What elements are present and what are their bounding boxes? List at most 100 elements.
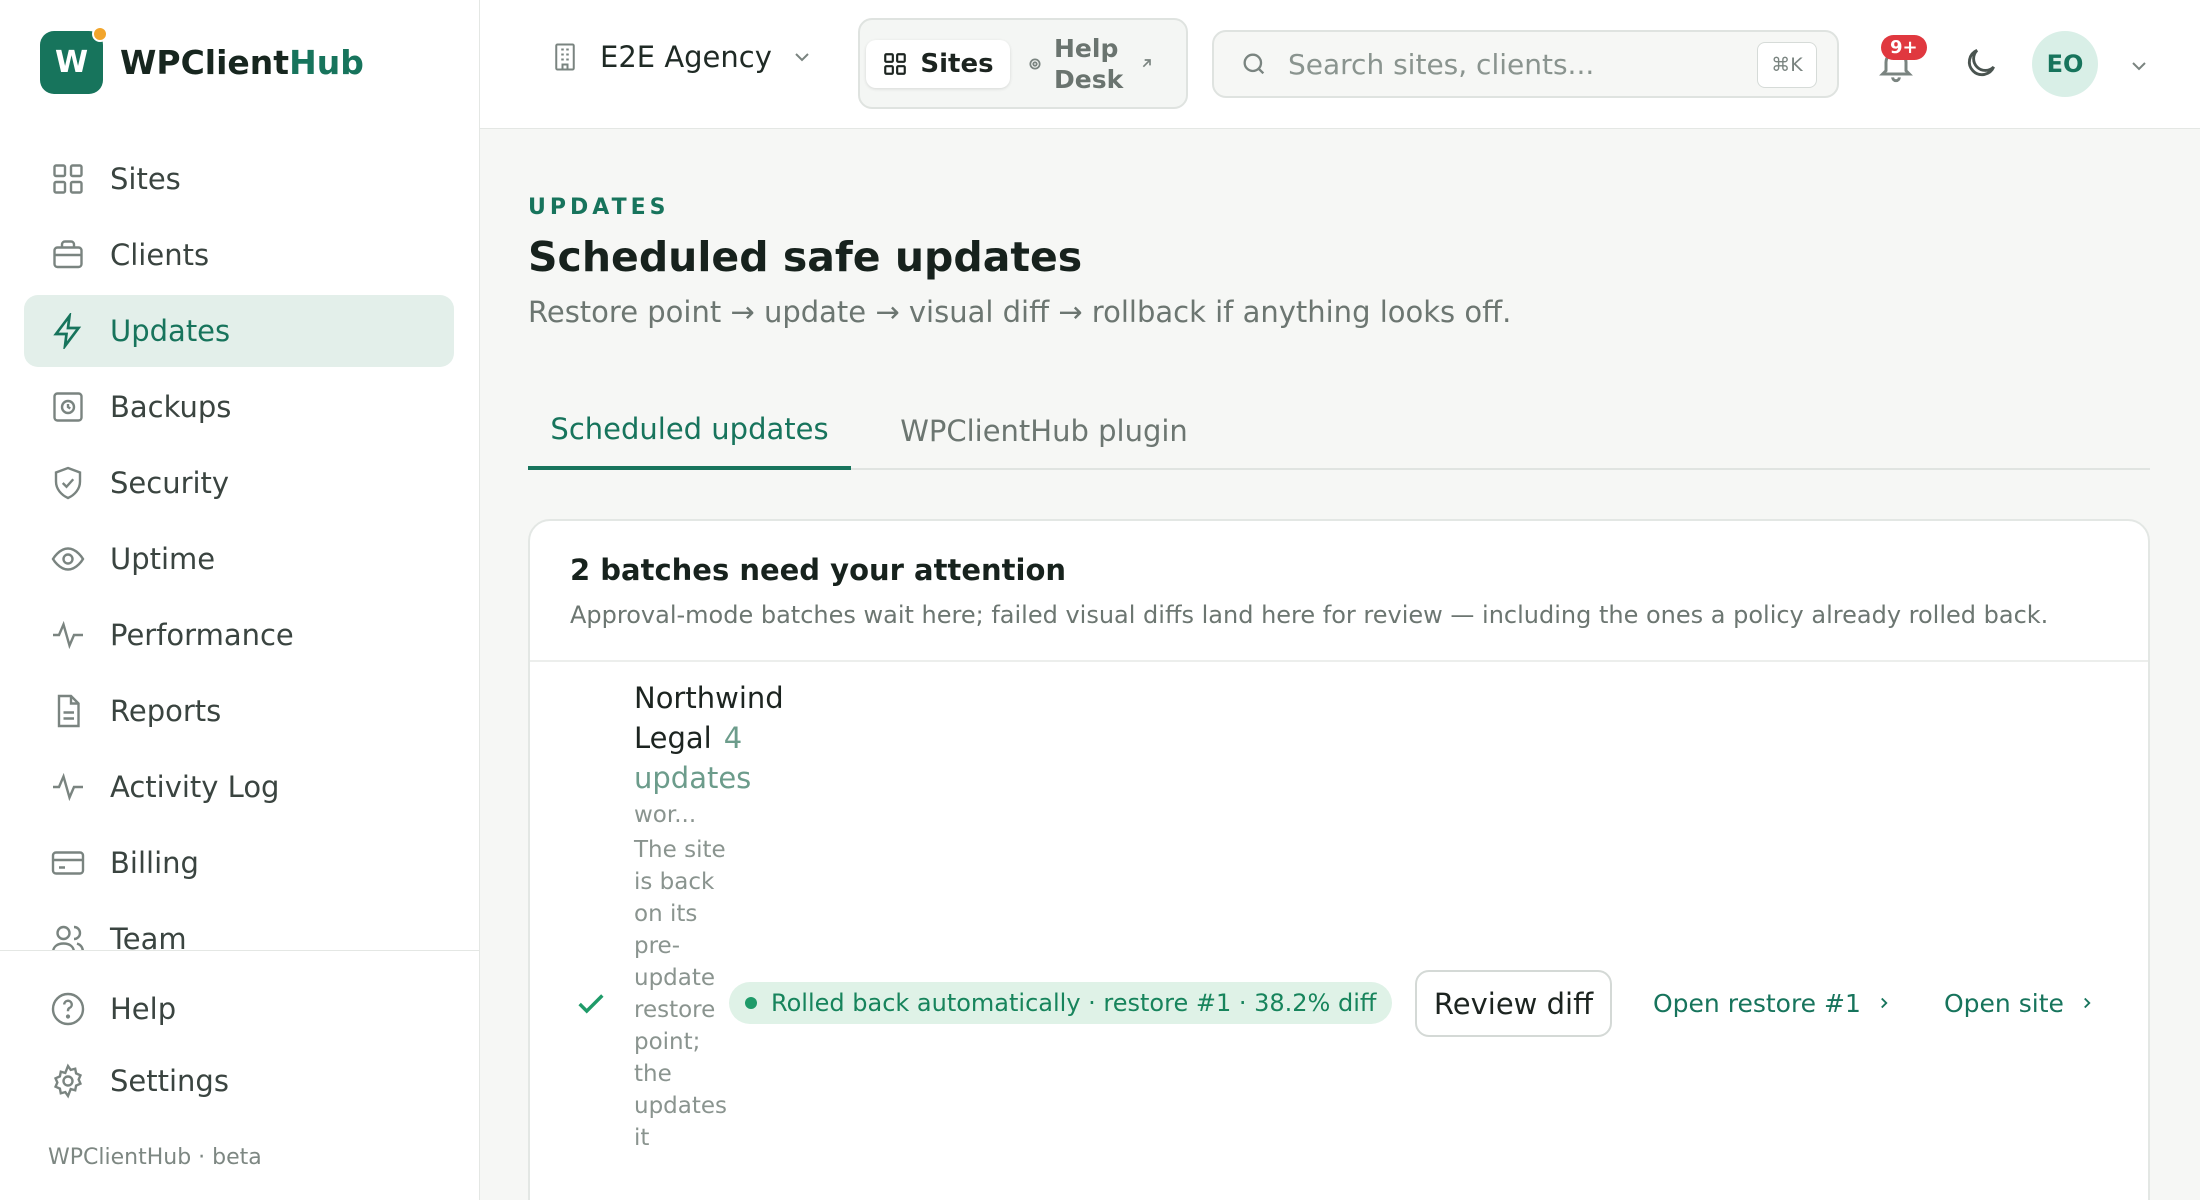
sidebar-item-reports[interactable]: Reports xyxy=(24,675,454,747)
sidebar-item-backups[interactable]: Backups xyxy=(24,371,454,443)
tab-label: WPClientHub plugin xyxy=(900,413,1188,448)
attention-title: 2 batches need your attention xyxy=(570,553,1067,587)
sidebar-item-team[interactable]: Team xyxy=(24,903,454,951)
site-name: Northwind Legal 4 updates xyxy=(634,678,784,798)
activity-icon xyxy=(53,772,83,802)
sidebar-footer: WPClientHub · beta xyxy=(48,1145,262,1170)
nav-scroll-area[interactable]: Sites Clients Updates Backups Security U… xyxy=(0,143,480,951)
sidebar-item-updates[interactable]: Updates xyxy=(24,295,454,367)
sidebar-item-label: Backups xyxy=(110,390,232,424)
attention-card-header: 2 batches need your attention Approval-m… xyxy=(530,521,2148,662)
row-text: Northwind Legal 4 updates wor... The site… xyxy=(634,678,784,1154)
chevron-down-icon xyxy=(795,53,809,62)
sidebar-item-settings[interactable]: Settings xyxy=(24,1047,454,1115)
page-title: Scheduled safe updates xyxy=(528,233,1083,281)
logo-initial: W xyxy=(54,45,89,80)
sidebar-item-label: Security xyxy=(110,466,230,500)
bottom-nav: Help Settings xyxy=(24,975,454,1119)
chevron-right-icon xyxy=(2083,997,2091,1009)
card-icon xyxy=(51,851,85,875)
sidebar-item-help[interactable]: Help xyxy=(24,975,454,1043)
review-diff-button[interactable]: Review diff xyxy=(1415,970,1612,1037)
search-input[interactable] xyxy=(1288,47,1728,81)
external-link-icon xyxy=(1142,59,1151,68)
avatar[interactable]: EO xyxy=(2032,31,2098,97)
open-restore-label: Open restore #1 xyxy=(1653,988,1861,1018)
search-bar[interactable]: ⌘K xyxy=(1212,30,1839,98)
help-icon xyxy=(51,992,85,1026)
agency-name: E2E Agency xyxy=(600,40,772,74)
topbar: E2E Agency Sites Help Desk ⌘K 9+ EO xyxy=(480,0,2200,129)
sidebar-item-label: Team xyxy=(110,922,187,951)
notifications-badge: 9+ xyxy=(1881,35,1927,60)
sidebar-item-performance[interactable]: Performance xyxy=(24,599,454,671)
sidebar-item-sites[interactable]: Sites xyxy=(24,143,454,215)
site-subtitle: wor... xyxy=(634,802,697,828)
pulse-icon xyxy=(53,620,83,650)
sidebar-item-label: Reports xyxy=(110,694,222,728)
sidebar-divider xyxy=(0,950,480,951)
sidebar-item-label: Billing xyxy=(110,846,199,880)
brand[interactable]: W WPClientHub xyxy=(40,26,364,94)
tab-label: Scheduled updates xyxy=(550,411,829,446)
sidebar-item-billing[interactable]: Billing xyxy=(24,827,454,899)
app-switcher: Sites Help Desk xyxy=(858,18,1188,109)
users-icon xyxy=(51,925,85,951)
building-icon xyxy=(555,43,575,71)
sidebar-item-clients[interactable]: Clients xyxy=(24,219,454,291)
eye-icon xyxy=(51,547,85,571)
row-message: The site is back on its pre-update resto… xyxy=(634,837,728,1151)
sidebar-item-label: Help xyxy=(110,992,177,1026)
agency-switcher[interactable]: E2E Agency xyxy=(550,40,814,74)
status-text: Rolled back automatically · restore #1 ·… xyxy=(771,989,1377,1017)
page-subtitle: Restore point → update → visual diff → r… xyxy=(528,295,1512,329)
seg-helpdesk-button[interactable]: Help Desk xyxy=(1028,28,1178,100)
tab-scheduled-updates[interactable]: Scheduled updates xyxy=(528,391,851,470)
sidebar-item-label: Activity Log xyxy=(110,770,280,804)
tab-wpclienthub-plugin[interactable]: WPClientHub plugin xyxy=(884,391,1204,470)
helpdesk-icon xyxy=(1029,58,1041,70)
shield-icon xyxy=(54,466,82,500)
table-row: Northwind Legal 4 updates wor... The site… xyxy=(530,662,2148,1200)
sidebar-item-label: Updates xyxy=(110,314,231,348)
search-icon xyxy=(1243,53,1265,75)
tabs: Scheduled updates WPClientHub plugin xyxy=(528,391,2150,470)
grid-icon xyxy=(884,53,907,75)
backup-icon xyxy=(53,392,83,422)
search-shortcut-hint: ⌘K xyxy=(1757,42,1817,88)
seg-sites-label: Sites xyxy=(920,49,994,79)
sidebar-item-label: Uptime xyxy=(110,542,216,576)
sidebar-item-label: Settings xyxy=(110,1064,229,1098)
sidebar-item-uptime[interactable]: Uptime xyxy=(24,523,454,595)
document-icon xyxy=(57,694,80,728)
lightning-icon xyxy=(53,313,82,349)
open-site-label: Open site xyxy=(1944,988,2064,1018)
grid-icon xyxy=(53,164,83,194)
brand-name: WPClientHub xyxy=(120,43,364,82)
moon-icon[interactable] xyxy=(1962,44,2000,82)
logo-dot xyxy=(92,26,108,42)
seg-helpdesk-label: Help Desk xyxy=(1054,34,1124,94)
attention-description: Approval-mode batches wait here; failed … xyxy=(570,601,2049,629)
seg-sites-button[interactable]: Sites xyxy=(866,40,1010,88)
gear-icon xyxy=(53,1063,83,1099)
status-badge: Rolled back automatically · restore #1 ·… xyxy=(729,982,1393,1024)
status-dot xyxy=(745,997,757,1009)
sidebar-item-label: Sites xyxy=(110,162,181,196)
sidebar: W WPClientHub Sites Clients Updates Back… xyxy=(0,0,480,1200)
brand-name-part1: WPClient xyxy=(120,43,290,82)
chevron-down-icon[interactable] xyxy=(2127,54,2151,78)
brand-name-part2: Hub xyxy=(289,43,364,82)
sidebar-item-label: Clients xyxy=(110,238,210,272)
open-site-link[interactable]: Open site xyxy=(1944,982,2096,1024)
sidebar-item-activity-log[interactable]: Activity Log xyxy=(24,751,454,823)
attention-card: 2 batches need your attention Approval-m… xyxy=(528,519,2150,1200)
sidebar-item-label: Performance xyxy=(110,618,294,652)
logo: W xyxy=(40,26,108,94)
page-eyebrow: UPDATES xyxy=(528,195,670,220)
main-nav: Sites Clients Updates Backups Security U… xyxy=(24,143,454,951)
open-restore-link[interactable]: Open restore #1 xyxy=(1653,982,1893,1024)
sidebar-item-security[interactable]: Security xyxy=(24,447,454,519)
site-name-text: Northwind Legal xyxy=(634,681,784,755)
briefcase-icon xyxy=(53,240,83,269)
